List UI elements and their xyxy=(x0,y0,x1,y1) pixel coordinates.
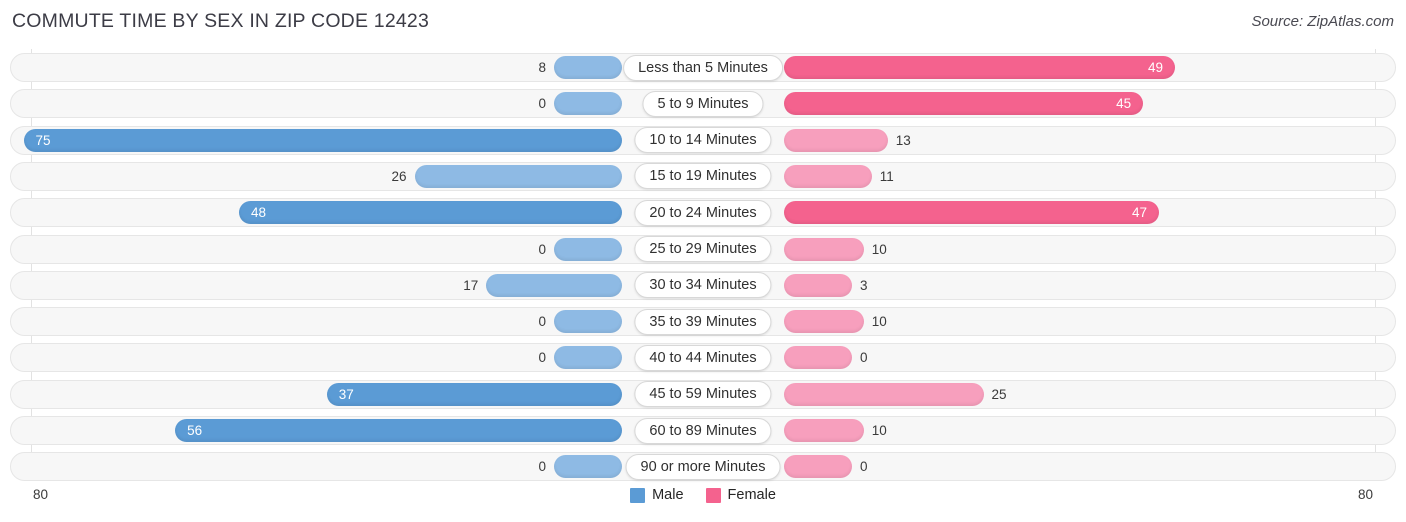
category-label: Less than 5 Minutes xyxy=(623,54,783,81)
bar-male[interactable] xyxy=(554,455,622,479)
chart-plot-area: 8 49 Less than 5 Minutes 0 45 5 to 9 Minutes 7… xyxy=(0,49,1406,485)
bar-value-male: 0 xyxy=(538,314,546,330)
row-bars: 0 0 90 or more Minutes xyxy=(0,452,1406,481)
bar-value-female: 10 xyxy=(871,241,887,257)
category-label: 10 to 14 Minutes xyxy=(634,127,772,154)
bar-value-male: 75 xyxy=(35,132,51,148)
bar-female[interactable] xyxy=(784,455,852,479)
bar-value-female: 25 xyxy=(991,386,1007,402)
bar-value-male: 26 xyxy=(391,168,407,184)
bar-female[interactable] xyxy=(784,128,888,152)
bar-male[interactable] xyxy=(23,128,622,152)
bar-male[interactable] xyxy=(554,92,622,116)
bar-value-female: 10 xyxy=(871,423,887,438)
category-label: 20 to 24 Minutes xyxy=(634,199,772,226)
bar-female[interactable] xyxy=(784,92,1144,116)
bar-value-female: 47 xyxy=(1132,205,1148,221)
source-attribution: Source: ZipAtlas.com xyxy=(1251,13,1394,30)
legend-swatch-male-icon xyxy=(630,487,646,503)
bar-value-male: 8 xyxy=(538,60,546,75)
bar-value-female: 11 xyxy=(879,168,894,184)
bar-female[interactable] xyxy=(784,310,864,334)
category-label: 30 to 34 Minutes xyxy=(634,272,772,299)
bar-male[interactable] xyxy=(238,201,622,225)
category-label: 25 to 29 Minutes xyxy=(634,236,772,262)
bar-value-male: 0 xyxy=(538,459,546,475)
bar-value-female: 0 xyxy=(860,459,868,475)
commute-time-chart: COMMUTE TIME BY SEX IN ZIP CODE 12423 So… xyxy=(0,0,1406,522)
bar-male[interactable] xyxy=(326,382,622,406)
bar-value-male: 17 xyxy=(463,277,479,293)
category-label: 15 to 19 Minutes xyxy=(634,163,772,190)
bar-male[interactable] xyxy=(554,346,622,370)
row-bars: 26 11 15 to 19 Minutes xyxy=(0,162,1406,191)
bar-male[interactable] xyxy=(414,164,622,188)
category-label: 45 to 59 Minutes xyxy=(634,381,772,408)
bar-female[interactable] xyxy=(784,164,872,188)
bar-value-female: 13 xyxy=(895,132,911,148)
bar-value-female: 3 xyxy=(860,277,868,293)
bar-male[interactable] xyxy=(554,56,622,79)
row-bars: 8 49 Less than 5 Minutes xyxy=(0,53,1406,82)
legend-item-male[interactable]: Male xyxy=(630,487,684,503)
bar-male[interactable] xyxy=(554,237,622,261)
row-bars: 0 0 40 to 44 Minutes xyxy=(0,343,1406,372)
bar-value-female: 10 xyxy=(871,314,887,330)
bar-value-male: 37 xyxy=(338,386,354,402)
bar-male[interactable] xyxy=(175,419,622,442)
bar-value-female: 45 xyxy=(1116,96,1132,112)
category-label: 40 to 44 Minutes xyxy=(634,344,772,371)
category-label: 35 to 39 Minutes xyxy=(634,308,772,335)
bar-value-female: 0 xyxy=(860,350,868,366)
bar-female[interactable] xyxy=(784,346,852,370)
category-label: 60 to 89 Minutes xyxy=(634,417,772,444)
bar-value-male: 56 xyxy=(187,423,203,438)
bar-female[interactable] xyxy=(784,273,852,297)
row-bars: 37 25 45 to 59 Minutes xyxy=(0,380,1406,409)
bar-female[interactable] xyxy=(784,201,1160,225)
bar-female[interactable] xyxy=(784,419,864,442)
row-bars: 75 13 10 to 14 Minutes xyxy=(0,126,1406,155)
legend-label-male: Male xyxy=(652,487,684,503)
bar-female[interactable] xyxy=(784,237,864,261)
row-bars: 0 10 25 to 29 Minutes xyxy=(0,235,1406,264)
bar-value-female: 49 xyxy=(1147,60,1164,75)
bar-value-male: 0 xyxy=(538,96,546,112)
legend-item-female[interactable]: Female xyxy=(705,487,776,503)
bar-female[interactable] xyxy=(784,382,984,406)
bar-male[interactable] xyxy=(554,310,622,334)
bar-male[interactable] xyxy=(486,273,622,297)
legend-swatch-female-icon xyxy=(705,487,721,503)
bar-value-male: 0 xyxy=(538,241,546,257)
bar-value-male: 0 xyxy=(538,350,546,366)
bar-female[interactable] xyxy=(784,56,1176,79)
category-label: 5 to 9 Minutes xyxy=(642,90,764,117)
row-bars: 0 10 35 to 39 Minutes xyxy=(0,307,1406,336)
category-label: 90 or more Minutes xyxy=(625,453,781,480)
bar-value-male: 48 xyxy=(250,205,266,221)
chart-legend: Male Female xyxy=(0,487,1406,503)
row-bars: 17 3 30 to 34 Minutes xyxy=(0,271,1406,300)
page-title: COMMUTE TIME BY SEX IN ZIP CODE 12423 xyxy=(12,10,430,32)
legend-label-female: Female xyxy=(727,487,776,503)
row-bars: 0 45 5 to 9 Minutes xyxy=(0,89,1406,118)
row-bars: 48 47 20 to 24 Minutes xyxy=(0,198,1406,227)
row-bars: 56 10 60 to 89 Minutes xyxy=(0,416,1406,445)
